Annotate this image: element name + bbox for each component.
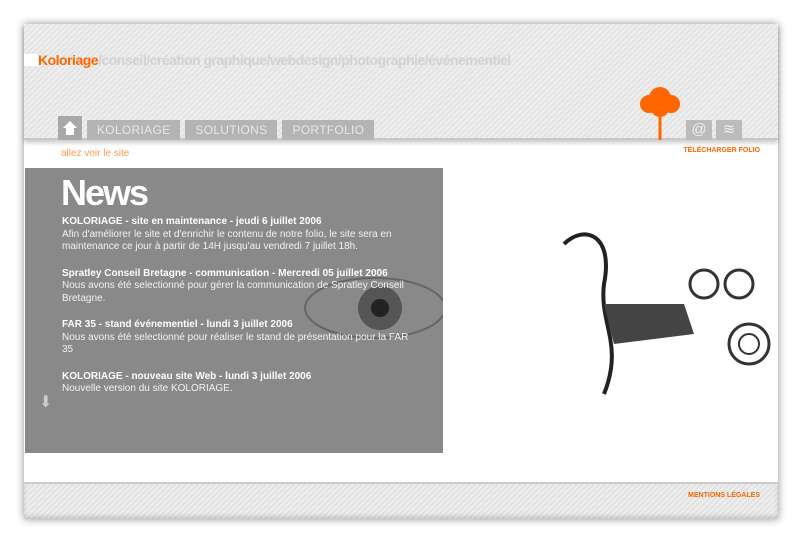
news-title: News (61, 172, 149, 213)
news-item-body: Nouvelle version du site KOLORIAGE. (62, 383, 233, 394)
news-item: KOLORIAGE - site en maintenance - jeudi … (62, 216, 422, 254)
news-panel: News KOLORIAGE - site en maintenance - j… (25, 168, 443, 453)
home-button[interactable] (58, 116, 82, 140)
tab-solutions[interactable]: SOLUTIONS (185, 120, 278, 140)
feed-icon[interactable]: ≋ (716, 120, 742, 140)
legal-notice-link[interactable]: MENTIONS LÉGALES (688, 492, 760, 499)
news-item: Spratley Conseil Bretagne - communicatio… (62, 268, 422, 306)
news-item-body: Afin d'améliorer le site et d'enrichir l… (62, 228, 392, 253)
news-item-title[interactable]: FAR 35 - stand événementiel - lundi 3 ju… (62, 319, 422, 332)
site-title: Koloriage/conseil/création graphique/web… (38, 52, 511, 68)
news-item-title[interactable]: Spratley Conseil Bretagne - communicatio… (62, 268, 422, 281)
ear-anatomy-illustration (562, 232, 771, 395)
email-icon[interactable]: @ (686, 120, 712, 140)
main-nav: KOLORIAGE SOLUTIONS PORTFOLIO (58, 116, 375, 140)
news-item-body: Nous avons été selectionné pour gérer la… (62, 280, 404, 304)
page-frame: Koloriage/conseil/création graphique/web… (24, 24, 778, 519)
news-list: KOLORIAGE - site en maintenance - jeudi … (62, 216, 422, 410)
brand-marker (24, 54, 38, 66)
news-item: FAR 35 - stand événementiel - lundi 3 ju… (62, 319, 422, 357)
visit-site-link[interactable]: allez voir le site (61, 148, 129, 159)
home-icon (63, 121, 77, 135)
news-item-body: Nous avons été selectionné pour réaliser… (62, 331, 409, 356)
tree-illustration (640, 87, 680, 140)
footer: MENTIONS LÉGALES (24, 482, 778, 519)
download-folio-link[interactable]: TÉLÉCHARGER FOLIO (683, 147, 760, 154)
header: Koloriage/conseil/création graphique/web… (24, 24, 778, 140)
news-item-title[interactable]: KOLORIAGE - site en maintenance - jeudi … (62, 216, 422, 229)
tab-koloriage[interactable]: KOLORIAGE (87, 120, 181, 140)
brand-logo[interactable]: Koloriage (38, 52, 99, 68)
scroll-down-icon[interactable]: ⬇ (39, 392, 52, 412)
tab-portfolio[interactable]: PORTFOLIO (282, 120, 375, 140)
news-item-title[interactable]: KOLORIAGE - nouveau site Web - lundi 3 j… (62, 371, 422, 384)
news-item: KOLORIAGE - nouveau site Web - lundi 3 j… (62, 371, 422, 396)
slogan: /conseil/création graphique/webdesign/ph… (98, 52, 511, 68)
